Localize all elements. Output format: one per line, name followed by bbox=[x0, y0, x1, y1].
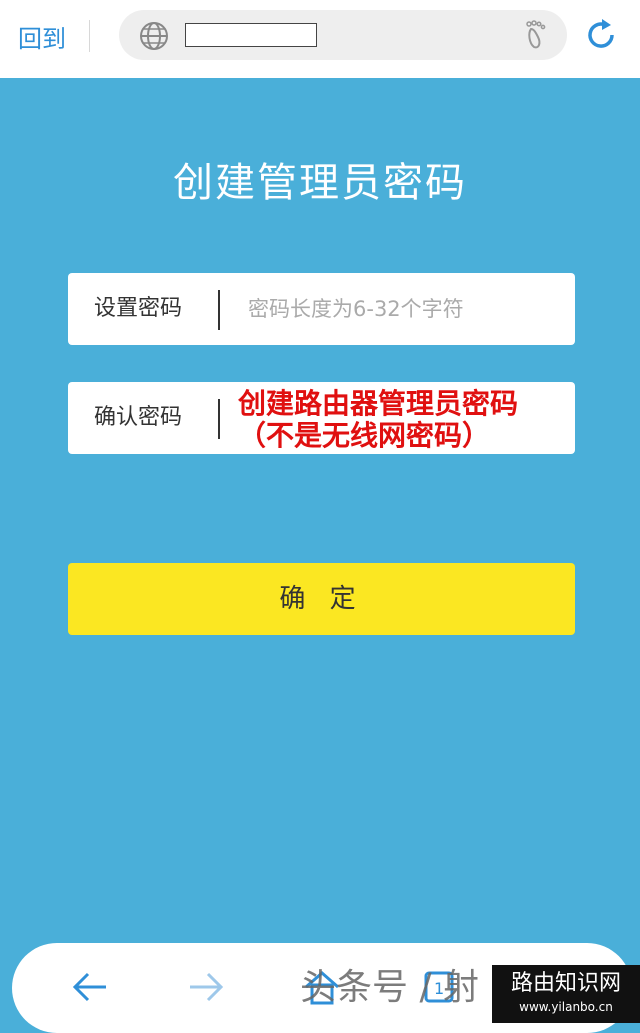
badge-url: www.yilanbo.cn bbox=[519, 1000, 613, 1014]
annotation-overlay: 创建路由器管理员密码 （不是无线网密码） bbox=[238, 388, 568, 452]
field-separator bbox=[218, 290, 220, 330]
confirm-password-label: 确认密码 bbox=[94, 405, 183, 430]
confirm-password-field[interactable]: 确认密码 创建路由器管理员密码 （不是无线网密码） bbox=[68, 382, 575, 454]
page-title: 创建管理员密码 bbox=[173, 160, 467, 206]
forward-arrow-icon[interactable] bbox=[184, 965, 228, 1009]
site-badge: 路由知识网 www.yilanbo.cn bbox=[492, 965, 640, 1023]
password-label: 设置密码 bbox=[94, 296, 183, 321]
back-arrow-icon[interactable] bbox=[68, 965, 112, 1009]
watermark-text: 头条号 / 射 bbox=[300, 967, 480, 1008]
refresh-icon[interactable] bbox=[584, 18, 618, 52]
browser-toolbar: 回到 bbox=[0, 0, 640, 78]
footprint-icon[interactable] bbox=[519, 19, 551, 51]
annotation-line-2: （不是无线网密码） bbox=[238, 419, 491, 452]
annotation-line-1: 创建路由器管理员密码 bbox=[238, 387, 519, 420]
url-field[interactable] bbox=[185, 23, 317, 47]
password-field[interactable]: 设置密码 密码长度为6-32个字符 bbox=[68, 273, 575, 345]
toolbar-divider bbox=[89, 20, 90, 52]
globe-icon bbox=[140, 22, 168, 50]
back-link[interactable]: 回到 bbox=[18, 19, 66, 54]
confirm-button[interactable]: 确 定 bbox=[68, 563, 575, 635]
address-bar[interactable] bbox=[119, 10, 567, 60]
field-separator bbox=[218, 399, 220, 439]
badge-title: 路由知识网 bbox=[510, 971, 621, 996]
password-input[interactable]: 密码长度为6-32个字符 bbox=[248, 273, 464, 345]
